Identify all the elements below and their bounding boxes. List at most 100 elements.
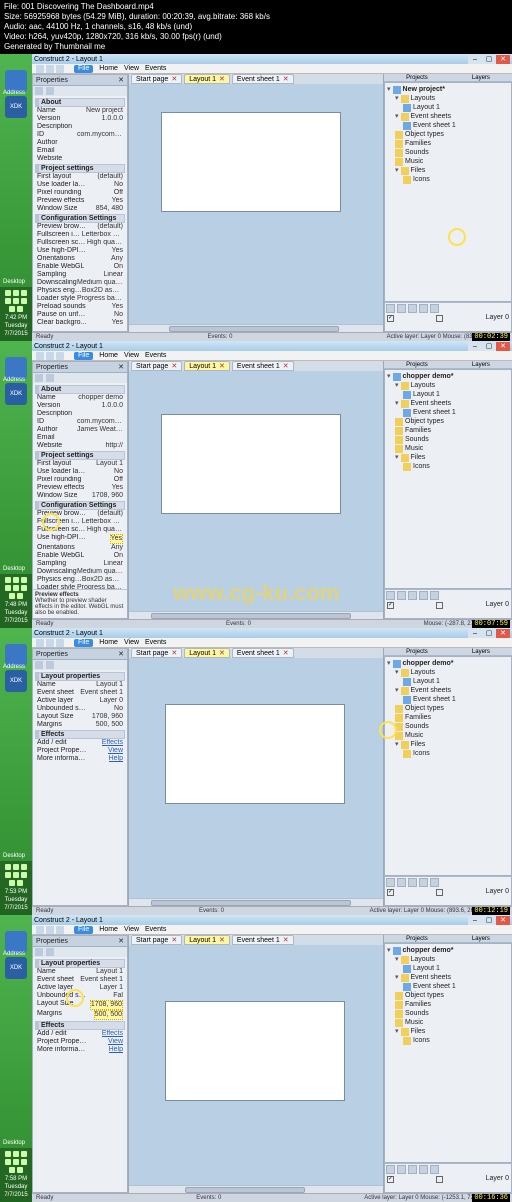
layout-rect[interactable]: [161, 414, 341, 514]
layout-canvas[interactable]: [129, 371, 383, 611]
layer-edit-icon[interactable]: [430, 591, 439, 600]
tab-event-sheet[interactable]: Event sheet 1✕: [232, 361, 294, 371]
qat-redo-icon[interactable]: [56, 639, 64, 647]
horizontal-scrollbar[interactable]: [129, 324, 383, 332]
layer-edit-icon[interactable]: [430, 304, 439, 313]
layer-delete-icon[interactable]: [397, 304, 406, 313]
horizontal-scrollbar[interactable]: [129, 898, 383, 906]
layer-add-icon[interactable]: [386, 304, 395, 313]
minimize-button[interactable]: –: [468, 916, 482, 925]
projects-tab[interactable]: Projects: [406, 649, 428, 655]
minimize-button[interactable]: –: [468, 55, 482, 64]
tab-home[interactable]: Home: [99, 639, 118, 646]
xdk-icon[interactable]: XDK: [5, 383, 27, 405]
project-tree[interactable]: ▾chopper demo* ▾Layouts Layout 1 ▾Event …: [385, 370, 511, 473]
sdk-icon[interactable]: [5, 931, 27, 953]
qat-redo-icon[interactable]: [56, 926, 64, 934]
layer-down-icon[interactable]: [419, 304, 428, 313]
project-tree[interactable]: ▾chopper demo* ▾Layouts Layout 1 ▾Event …: [385, 657, 511, 760]
layer-delete-icon[interactable]: [397, 878, 406, 887]
title-bar[interactable]: Construct 2 - Layout 1 – ▢ ✕: [32, 341, 512, 351]
tab-view[interactable]: View: [124, 639, 139, 646]
properties-list[interactable]: AboutNameNew projectVersion1.0.0.0Descri…: [33, 96, 127, 331]
qat-undo-icon[interactable]: [46, 639, 54, 647]
layer-up-icon[interactable]: [408, 1165, 417, 1174]
prop-tool-icon[interactable]: [35, 661, 43, 669]
prop-tool-icon[interactable]: [46, 374, 54, 382]
prop-tool-icon[interactable]: [35, 948, 43, 956]
qat-undo-icon[interactable]: [46, 926, 54, 934]
sdk-icon[interactable]: [5, 70, 27, 92]
tab-start-page[interactable]: Start page✕: [131, 935, 182, 945]
tab-home[interactable]: Home: [99, 352, 118, 359]
qat-redo-icon[interactable]: [56, 65, 64, 73]
file-menu[interactable]: File: [74, 639, 93, 647]
project-tree[interactable]: ▾chopper demo* ▾Layouts Layout 1 ▾Event …: [385, 944, 511, 1047]
title-bar[interactable]: Construct 2 - Layout 1 – ▢ ✕: [32, 628, 512, 638]
project-tree[interactable]: ▾New project* ▾Layouts Layout 1 ▾Event s…: [385, 83, 511, 186]
prop-tool-icon[interactable]: [35, 87, 43, 95]
layers-tab[interactable]: Layers: [472, 649, 490, 655]
tab-home[interactable]: Home: [99, 65, 118, 72]
tab-events[interactable]: Events: [145, 639, 166, 646]
prop-tool-icon[interactable]: [46, 87, 54, 95]
system-tray[interactable]: 7:42 PMTuesday7/7/2015: [0, 287, 32, 341]
qat-save-icon[interactable]: [36, 639, 44, 647]
layout-canvas[interactable]: [129, 84, 383, 324]
qat-save-icon[interactable]: [36, 926, 44, 934]
maximize-button[interactable]: ▢: [482, 629, 496, 638]
projects-tab[interactable]: Projects: [406, 362, 428, 368]
layer-up-icon[interactable]: [408, 591, 417, 600]
prop-tool-icon[interactable]: [35, 374, 43, 382]
layer-delete-icon[interactable]: [397, 1165, 406, 1174]
tab-view[interactable]: View: [124, 926, 139, 933]
properties-close-icon[interactable]: ✕: [118, 937, 124, 945]
minimize-button[interactable]: –: [468, 629, 482, 638]
layer-row[interactable]: Layer 0: [385, 888, 511, 896]
layer-down-icon[interactable]: [419, 1165, 428, 1174]
tab-event-sheet[interactable]: Event sheet 1✕: [232, 935, 294, 945]
layers-tab[interactable]: Layers: [472, 75, 490, 81]
layer-row[interactable]: Layer 0: [385, 1175, 511, 1183]
tab-home[interactable]: Home: [99, 926, 118, 933]
tab-start-page[interactable]: Start page✕: [131, 74, 182, 84]
tab-layout[interactable]: Layout 1✕: [184, 648, 230, 658]
layer-up-icon[interactable]: [408, 304, 417, 313]
system-tray[interactable]: 7:53 PMTuesday7/7/2015: [0, 861, 32, 915]
layer-delete-icon[interactable]: [397, 591, 406, 600]
layer-down-icon[interactable]: [419, 878, 428, 887]
tab-layout[interactable]: Layout 1✕: [184, 74, 230, 84]
properties-list[interactable]: Layout propertiesNameLayout 1Event sheet…: [33, 957, 127, 1192]
qat-undo-icon[interactable]: [46, 352, 54, 360]
layer-edit-icon[interactable]: [430, 878, 439, 887]
system-tray[interactable]: 7:48 PMTuesday7/7/2015: [0, 574, 32, 628]
prop-tool-icon[interactable]: [46, 948, 54, 956]
layout-canvas[interactable]: [129, 658, 383, 898]
os-taskbar[interactable]: Address XDK Desktop 7:42 PMTuesday7/7/20…: [0, 54, 32, 341]
close-button[interactable]: ✕: [496, 55, 510, 64]
xdk-icon[interactable]: XDK: [5, 670, 27, 692]
file-menu[interactable]: File: [74, 352, 93, 360]
qat-undo-icon[interactable]: [46, 65, 54, 73]
xdk-icon[interactable]: XDK: [5, 957, 27, 979]
title-bar[interactable]: Construct 2 - Layout 1 – ▢ ✕: [32, 915, 512, 925]
tab-events[interactable]: Events: [145, 352, 166, 359]
layer-add-icon[interactable]: [386, 878, 395, 887]
projects-tab[interactable]: Projects: [406, 75, 428, 81]
file-menu[interactable]: File: [74, 926, 93, 934]
qat-save-icon[interactable]: [36, 352, 44, 360]
tab-events[interactable]: Events: [145, 65, 166, 72]
qat-redo-icon[interactable]: [56, 352, 64, 360]
maximize-button[interactable]: ▢: [482, 916, 496, 925]
layer-add-icon[interactable]: [386, 591, 395, 600]
projects-tab[interactable]: Projects: [406, 936, 428, 942]
tab-layout[interactable]: Layout 1✕: [184, 361, 230, 371]
layer-row[interactable]: Layer 0: [385, 314, 511, 322]
maximize-button[interactable]: ▢: [482, 55, 496, 64]
layer-add-icon[interactable]: [386, 1165, 395, 1174]
tab-start-page[interactable]: Start page✕: [131, 361, 182, 371]
layout-canvas[interactable]: [129, 945, 383, 1185]
xdk-icon[interactable]: XDK: [5, 96, 27, 118]
minimize-button[interactable]: –: [468, 342, 482, 351]
close-button[interactable]: ✕: [496, 342, 510, 351]
